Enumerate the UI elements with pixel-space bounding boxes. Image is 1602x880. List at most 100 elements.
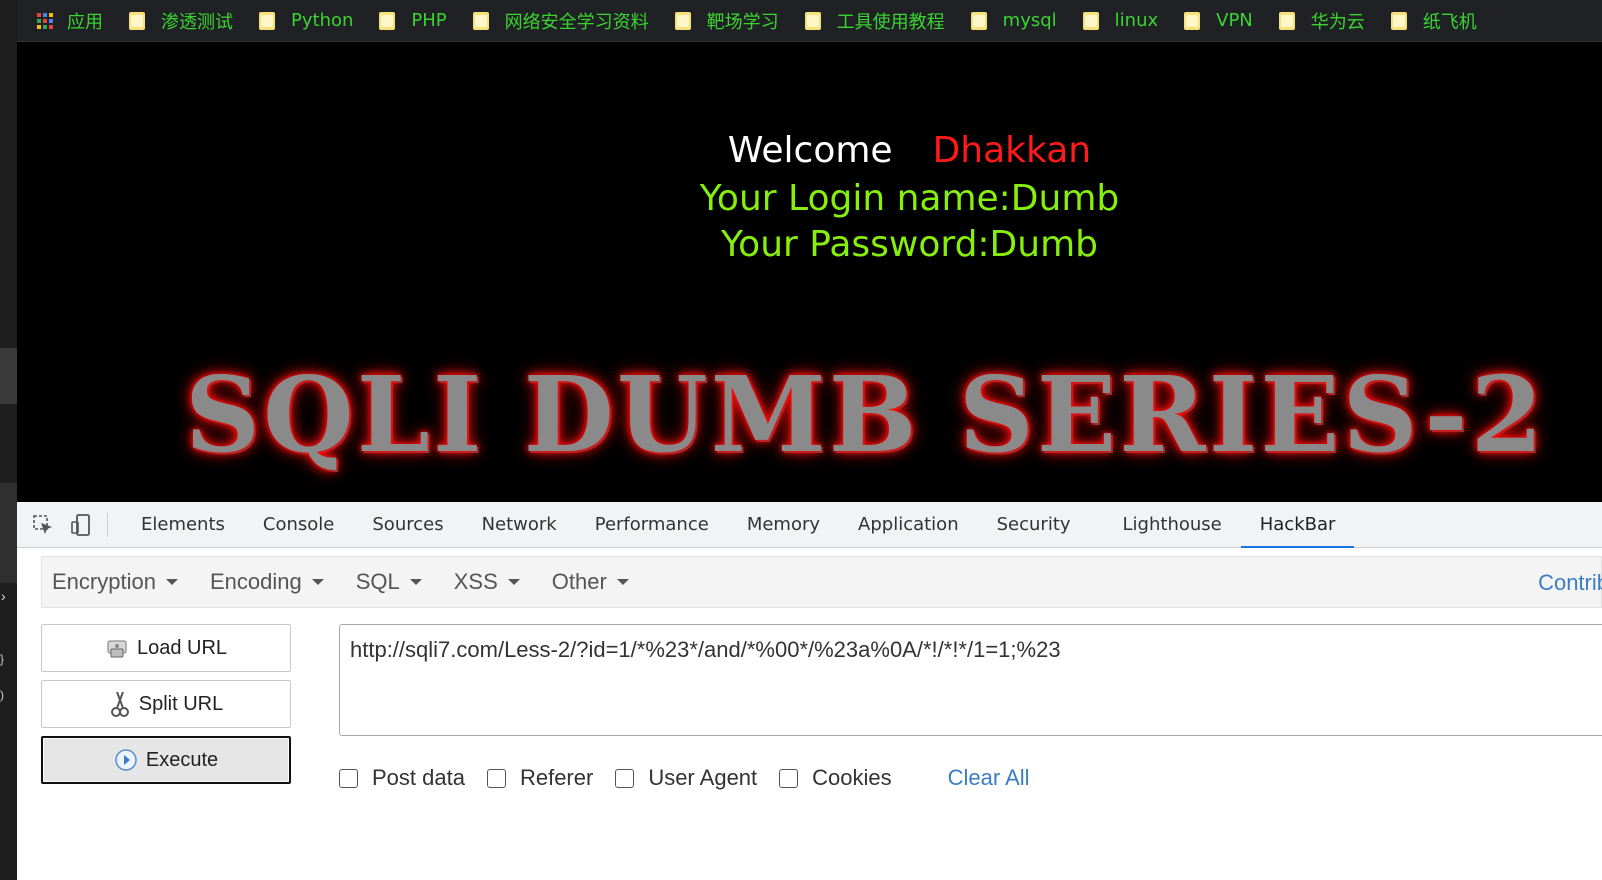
bookmark-label: 靶场学习 (706, 11, 779, 33)
caret-down-icon (409, 579, 422, 585)
hackbar-options: Post data Referer User Agent Cookies Cle… (339, 760, 1030, 796)
caret-down-icon (507, 579, 520, 585)
url-textarea[interactable]: http://sqli7.com/Less-2/?id=1/*%23*/and/… (339, 624, 1602, 736)
menu-xss[interactable]: XSS (444, 569, 530, 595)
bookmark-label: Python (291, 10, 354, 31)
menu-label: Other (551, 569, 607, 594)
device-toolbar-icon[interactable] (69, 513, 93, 537)
execute-button[interactable]: Execute (41, 736, 291, 784)
tab-security[interactable]: Security (978, 502, 1090, 548)
load-url-icon (105, 637, 129, 659)
menu-other[interactable]: Other (542, 569, 639, 595)
bookmark-label: mysql (1002, 10, 1057, 31)
tab-lighthouse[interactable]: Lighthouse (1104, 502, 1241, 548)
tab-elements[interactable]: Elements (122, 502, 244, 548)
edge-marker: } (0, 652, 5, 666)
option-label: Cookies (812, 765, 892, 790)
bookmark-item[interactable]: PHP (379, 10, 447, 31)
menu-sql[interactable]: SQL (346, 569, 432, 595)
scissors-icon (109, 690, 131, 718)
bookmark-label: 华为云 (1310, 11, 1365, 33)
bookmark-label: 渗透测试 (161, 11, 233, 33)
bookmark-item[interactable]: linux (1082, 10, 1159, 31)
tab-hackbar[interactable]: HackBar (1240, 502, 1355, 548)
edge-block (0, 348, 17, 404)
tab-network[interactable]: Network (463, 502, 576, 548)
menu-label: Encryption (52, 569, 156, 594)
bookmark-apps[interactable]: 应用 (37, 8, 103, 34)
password-text: Your Password:Dumb (720, 224, 1099, 265)
menu-label: SQL (355, 569, 400, 594)
user-agent-checkbox[interactable] (615, 768, 635, 788)
option-referer[interactable]: Referer (486, 765, 594, 791)
folder-icon (379, 11, 396, 30)
page-content: Welcome Dhakkan Your Login name:Dumb Your… (17, 42, 1602, 502)
folder-icon (1082, 11, 1099, 30)
bookmark-item[interactable]: 渗透测试 (129, 8, 233, 34)
split-url-button[interactable]: Split URL (41, 680, 291, 728)
folder-icon (804, 11, 821, 30)
welcome-line: Welcome Dhakkan (17, 130, 1602, 171)
menu-label: Encoding (209, 569, 302, 594)
option-post-data[interactable]: Post data (339, 765, 465, 791)
bookmark-label: 网络安全学习资料 (504, 11, 649, 33)
folder-icon (970, 11, 987, 30)
bookmark-label: 应用 (67, 11, 103, 33)
chevron-right-icon[interactable]: › (0, 586, 17, 606)
edge-block (0, 483, 17, 583)
folder-icon (1278, 11, 1295, 30)
tab-application[interactable]: Application (839, 502, 978, 548)
edge-marker: ) (0, 688, 4, 702)
bookmark-label: 纸飞机 (1422, 11, 1477, 33)
tab-console[interactable]: Console (244, 502, 353, 548)
hackbar-menu: Encryption Encoding SQL XSS Other Contri… (41, 556, 1602, 608)
folder-icon (674, 11, 691, 30)
post-data-checkbox[interactable] (339, 768, 358, 788)
load-url-label: Load URL (136, 636, 228, 659)
option-label: User Agent (648, 765, 758, 790)
folder-icon (129, 11, 145, 30)
left-edge-strip: › } ) (0, 0, 17, 880)
bookmark-item[interactable]: 纸飞机 (1390, 8, 1477, 34)
login-name-text: Your Login name:Dumb (699, 178, 1120, 219)
bookmark-item[interactable]: mysql (970, 10, 1057, 31)
bookmark-item[interactable]: 网络安全学习资料 (472, 8, 649, 34)
bookmark-item[interactable]: 工具使用教程 (804, 8, 945, 34)
devtools-panel: Elements Console Sources Network Perform… (17, 502, 1602, 880)
caret-down-icon (311, 579, 324, 585)
caret-down-icon (616, 579, 629, 585)
user-name-text: Dhakkan (932, 130, 1092, 171)
folder-icon (259, 11, 275, 30)
bookmark-item[interactable]: 华为云 (1278, 8, 1365, 34)
folder-icon (1390, 11, 1407, 30)
menu-encryption[interactable]: Encryption (42, 569, 188, 595)
devtools-tab-bar: Elements Console Sources Network Perform… (17, 502, 1602, 548)
clear-all-link[interactable]: Clear All (948, 765, 1030, 791)
contrib-link[interactable]: Contrib (1538, 557, 1602, 609)
bookmarks-bar: 应用 渗透测试 Python PHP 网络安全学习资料 靶场学习 工具使用教程 … (17, 0, 1602, 42)
bookmark-label: linux (1114, 10, 1159, 31)
menu-encoding[interactable]: Encoding (200, 569, 334, 595)
referer-checkbox[interactable] (486, 768, 506, 788)
bookmark-item[interactable]: 靶场学习 (674, 8, 779, 34)
bookmark-label: 工具使用教程 (836, 11, 945, 33)
bookmark-item[interactable]: Python (259, 10, 353, 31)
split-url-label: Split URL (138, 692, 224, 715)
option-user-agent[interactable]: User Agent (615, 765, 757, 791)
sqli-banner-image: SQLI DUMB SERIES-2 (185, 353, 1546, 476)
bookmark-item[interactable]: VPN (1184, 10, 1253, 31)
inspect-element-icon[interactable] (31, 513, 55, 537)
caret-down-icon (165, 579, 178, 585)
bookmark-label: PHP (411, 10, 447, 31)
tab-memory[interactable]: Memory (728, 502, 839, 548)
menu-label: XSS (453, 569, 498, 594)
toolbar-divider (107, 512, 108, 537)
option-label: Referer (519, 765, 594, 790)
tab-performance[interactable]: Performance (576, 502, 728, 548)
execute-label: Execute (145, 748, 219, 771)
cookies-checkbox[interactable] (779, 768, 799, 788)
tab-sources[interactable]: Sources (353, 502, 462, 548)
option-cookies[interactable]: Cookies (779, 765, 892, 791)
load-url-button[interactable]: Load URL (41, 624, 291, 672)
option-label: Post data (372, 765, 465, 790)
